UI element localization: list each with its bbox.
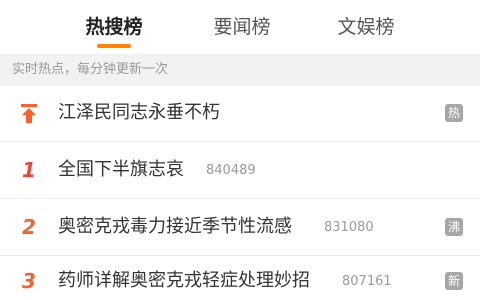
item-title: 奥密克戎毒力接近季节性流感 (58, 216, 292, 237)
hot-badge: 热 (445, 104, 463, 122)
heat-count: 840489 (206, 163, 256, 178)
list-item[interactable]: 3 药师详解奥密克戎轻症处理妙招 807161 新 (0, 257, 480, 300)
list-item[interactable]: 2 奥密克戎毒力接近季节性流感 831080 沸 (0, 200, 480, 256)
rank-number: 1 (22, 158, 36, 182)
update-notice-bar: 实时热点，每分钟更新一次 (0, 54, 480, 86)
heat-count: 807161 (342, 274, 392, 289)
tab-hot-search[interactable]: 热搜榜 (68, 14, 160, 40)
heat-count: 831080 (324, 220, 374, 235)
boil-badge: 沸 (445, 218, 463, 236)
list-item[interactable]: 1 全国下半旗志哀 840489 (0, 143, 480, 199)
item-title: 江泽民同志永垂不朽 (58, 102, 220, 123)
tab-entertainment[interactable]: 文娱榜 (320, 14, 412, 40)
active-tab-indicator (97, 44, 131, 48)
list-item-pinned[interactable]: 江泽民同志永垂不朽 热 (0, 86, 480, 142)
rank-number: 2 (22, 215, 36, 239)
item-title: 全国下半旗志哀 (58, 159, 184, 180)
pin-top-icon (16, 100, 42, 126)
new-badge: 新 (445, 272, 463, 290)
item-title: 药师详解奥密克戎轻症处理妙招 (58, 270, 310, 291)
update-notice-text: 实时热点，每分钟更新一次 (12, 62, 169, 77)
tab-bar: 热搜榜 要闻榜 文娱榜 (0, 0, 480, 54)
tab-headline-news[interactable]: 要闻榜 (196, 14, 288, 40)
rank-number: 3 (22, 269, 36, 293)
